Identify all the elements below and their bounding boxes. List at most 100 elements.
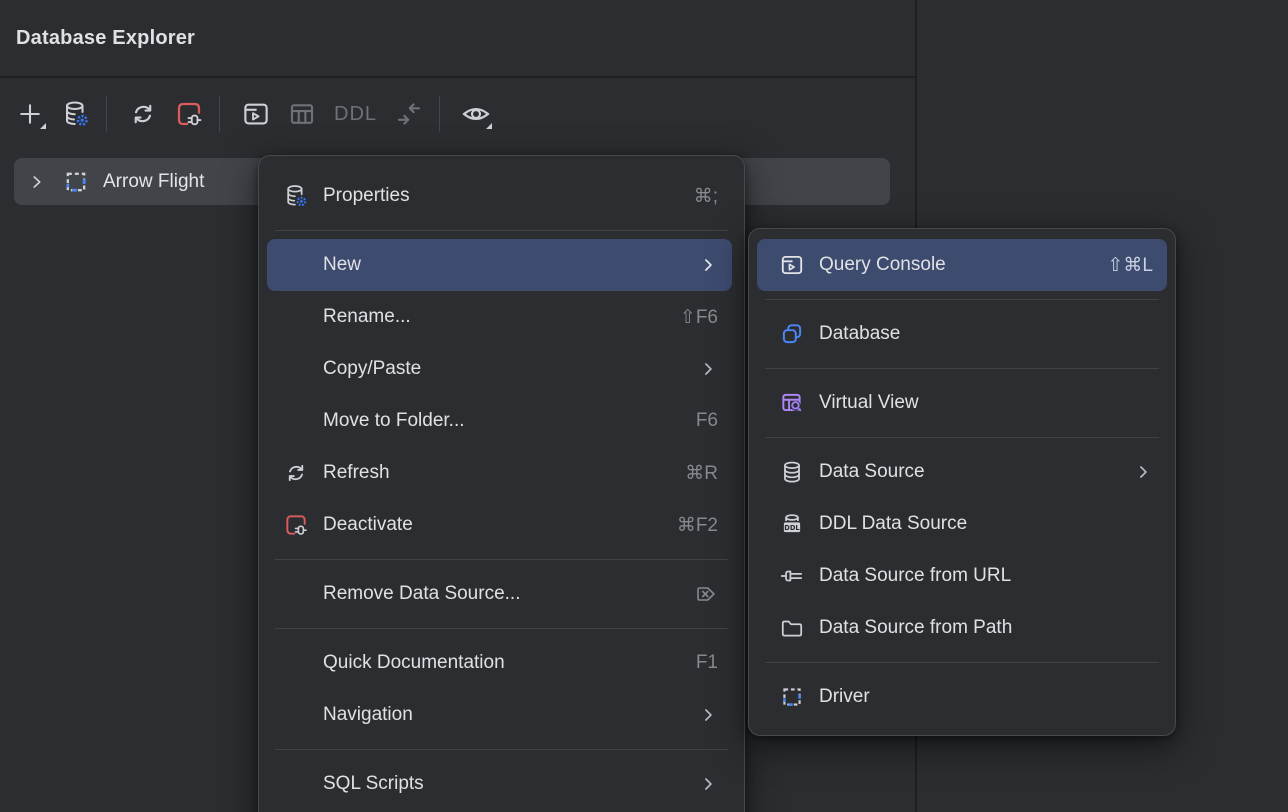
submenu-item-database[interactable]: Database — [757, 308, 1167, 360]
menu-item-label: Navigation — [323, 704, 680, 726]
submenu-item-ddl-data-source[interactable]: DDL DDL Data Source — [757, 498, 1167, 550]
menu-item-label: Data Source — [819, 461, 1115, 483]
menu-separator — [275, 749, 728, 750]
menu-item-move-to-folder[interactable]: Move to Folder... F6 — [267, 395, 732, 447]
jump-to-last-console-button[interactable] — [389, 94, 429, 134]
menu-separator — [765, 437, 1159, 438]
toolbar-separator — [219, 96, 220, 132]
menu-item-label: Database — [819, 323, 1153, 345]
menu-shortcut: F1 — [696, 652, 718, 674]
menu-item-label: Move to Folder... — [323, 410, 678, 432]
refresh-button[interactable] — [123, 94, 163, 134]
submenu-arrow-icon — [698, 705, 718, 725]
menu-item-label: DDL Data Source — [819, 513, 1153, 535]
menu-shortcut: ⌘F2 — [677, 514, 718, 537]
menu-separator — [765, 368, 1159, 369]
menu-item-quick-documentation[interactable]: Quick Documentation F1 — [267, 637, 732, 689]
driver-icon — [779, 684, 805, 710]
refresh-icon — [283, 460, 309, 486]
menu-item-label: Deactivate — [323, 514, 659, 536]
tree-row-label: Arrow Flight — [103, 171, 204, 193]
menu-item-navigation[interactable]: Navigation — [267, 689, 732, 741]
add-button[interactable] — [10, 94, 50, 134]
menu-item-copy-paste[interactable]: Copy/Paste — [267, 343, 732, 395]
svg-text:DDL: DDL — [784, 524, 800, 532]
menu-item-label: Properties — [323, 185, 676, 207]
menu-item-refresh[interactable]: Refresh ⌘R — [267, 447, 732, 499]
menu-item-new[interactable]: New — [267, 239, 732, 291]
virtual-view-icon — [779, 390, 805, 416]
query-console-icon — [779, 252, 805, 278]
toolbar-separator — [106, 96, 107, 132]
refresh-icon — [128, 99, 158, 129]
data-source-icon — [779, 459, 805, 485]
ddl-button-label: DDL — [328, 103, 383, 126]
menu-item-label: Rename... — [323, 306, 662, 328]
delete-icon — [694, 582, 718, 606]
chevron-right-icon[interactable] — [26, 171, 48, 193]
ddl-data-source-icon: DDL — [779, 511, 805, 537]
submenu-item-data-source-from-path[interactable]: Data Source from Path — [757, 602, 1167, 654]
menu-item-label: Data Source from Path — [819, 617, 1153, 639]
data-source-properties-icon — [61, 99, 91, 129]
deactivate-button[interactable] — [169, 94, 209, 134]
submenu-arrow-icon — [698, 255, 718, 275]
database-toolbar: DDL — [0, 80, 915, 148]
deactivate-icon — [283, 512, 309, 538]
folder-icon — [779, 615, 805, 641]
menu-item-label: Remove Data Source... — [323, 583, 676, 605]
menu-item-remove-data-source[interactable]: Remove Data Source... — [267, 568, 732, 620]
ddl-button[interactable]: DDL — [328, 94, 383, 134]
menu-separator — [765, 299, 1159, 300]
submenu-arrow-icon — [698, 359, 718, 379]
menu-item-deactivate[interactable]: Deactivate ⌘F2 — [267, 499, 732, 551]
plug-icon — [779, 563, 805, 589]
driver-icon — [62, 168, 90, 196]
menu-item-label: Refresh — [323, 462, 667, 484]
jump-to-query-console-button[interactable] — [236, 94, 276, 134]
menu-item-label: Driver — [819, 686, 1153, 708]
menu-item-rename[interactable]: Rename... ⇧F6 — [267, 291, 732, 343]
tool-window-header: Database Explorer — [0, 0, 915, 78]
menu-shortcut: ⌘; — [694, 185, 718, 208]
menu-separator — [765, 662, 1159, 663]
menu-item-label: Copy/Paste — [323, 358, 680, 380]
submenu-arrow-icon — [698, 774, 718, 794]
table-icon — [287, 99, 317, 129]
menu-item-label: SQL Scripts — [323, 773, 680, 795]
menu-item-label: Data Source from URL — [819, 565, 1153, 587]
view-options-button[interactable] — [456, 94, 496, 134]
submenu-item-driver[interactable]: Driver — [757, 671, 1167, 723]
open-table-button[interactable] — [282, 94, 322, 134]
menu-separator — [275, 559, 728, 560]
dropdown-corner-icon — [486, 123, 492, 129]
dropdown-corner-icon — [40, 123, 46, 129]
jump-to-console-icon — [394, 99, 424, 129]
query-console-icon — [241, 99, 271, 129]
submenu-item-data-source-from-url[interactable]: Data Source from URL — [757, 550, 1167, 602]
data-source-properties-button[interactable] — [56, 94, 96, 134]
menu-separator — [275, 628, 728, 629]
menu-shortcut: F6 — [696, 410, 718, 432]
data-source-properties-icon — [283, 183, 309, 209]
menu-item-label: Quick Documentation — [323, 652, 678, 674]
menu-item-label: New — [323, 254, 680, 276]
menu-shortcut: ⇧F6 — [680, 306, 718, 329]
menu-separator — [275, 230, 728, 231]
menu-item-properties[interactable]: Properties ⌘; — [267, 170, 732, 222]
submenu-item-query-console[interactable]: Query Console ⇧⌘L — [757, 239, 1167, 291]
menu-shortcut: ⇧⌘L — [1108, 254, 1154, 277]
menu-shortcut: ⌘R — [685, 462, 718, 485]
new-submenu: Query Console ⇧⌘L Database Virtual View — [748, 228, 1176, 736]
context-menu: Properties ⌘; New Rename... ⇧F6 Copy/Pas… — [258, 155, 745, 812]
deactivate-icon — [174, 99, 204, 129]
submenu-item-data-source[interactable]: Data Source — [757, 446, 1167, 498]
page-title: Database Explorer — [16, 27, 195, 50]
menu-item-label: Query Console — [819, 254, 1090, 276]
database-icon — [779, 321, 805, 347]
toolbar-separator — [439, 96, 440, 132]
submenu-arrow-icon — [1133, 462, 1153, 482]
menu-item-sql-scripts[interactable]: SQL Scripts — [267, 758, 732, 810]
menu-item-label: Virtual View — [819, 392, 1153, 414]
submenu-item-virtual-view[interactable]: Virtual View — [757, 377, 1167, 429]
